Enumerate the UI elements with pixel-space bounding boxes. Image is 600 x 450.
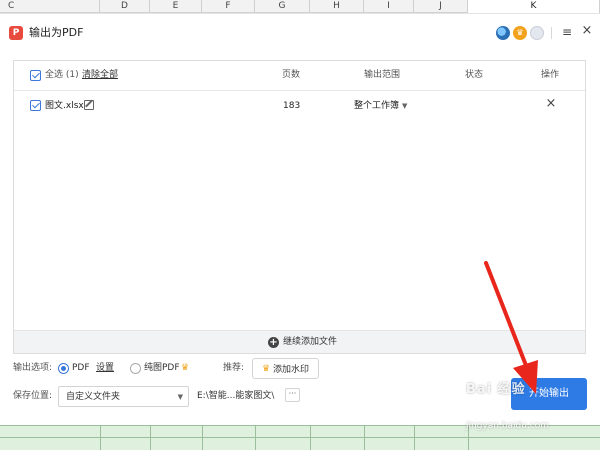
chevron-down-icon: ▼: [177, 393, 183, 401]
crown-icon[interactable]: ♛: [513, 26, 527, 40]
column-header-e[interactable]: E: [150, 0, 202, 13]
settings-icon[interactable]: [530, 26, 544, 40]
column-header-d[interactable]: D: [100, 0, 150, 13]
grid-line: [150, 425, 151, 450]
column-pages: 页数: [282, 70, 301, 80]
output-options-label: 输出选项:: [13, 363, 53, 373]
grid-line: [0, 437, 600, 438]
add-more-files-content: + 继续添加文件: [268, 336, 337, 348]
dialog-titlebar: P 输出为PDF ♛ ≡ ×: [0, 14, 600, 52]
grid-line: [310, 425, 311, 450]
column-header-c[interactable]: C: [0, 0, 100, 13]
add-watermark-button[interactable]: ♛ 添加水印: [252, 358, 319, 379]
column-header-g[interactable]: G: [255, 0, 310, 13]
grid-line: [364, 425, 365, 450]
file-row: 图文.xlsx 183 整个工作簿 ▼ ×: [14, 91, 585, 121]
pdf-option-label[interactable]: PDF: [72, 362, 90, 374]
add-more-files-button[interactable]: + 继续添加文件: [14, 330, 585, 353]
premium-crown-icon: ♛: [181, 363, 190, 373]
pdf-radio[interactable]: [58, 363, 69, 374]
pdf-app-icon: P: [9, 26, 23, 40]
file-row-checkbox[interactable]: [30, 100, 41, 111]
dialog-title: 输出为PDF: [29, 26, 84, 39]
titlebar-divider: [551, 27, 552, 39]
remove-file-icon[interactable]: ×: [544, 97, 558, 111]
file-page-count: 183: [283, 101, 301, 111]
save-path-text: E:\智能...能家图文\: [197, 391, 275, 401]
rename-edit-icon[interactable]: [84, 100, 94, 110]
column-header-i[interactable]: I: [364, 0, 414, 13]
output-range-select[interactable]: 整个工作簿 ▼: [354, 100, 407, 112]
select-all-checkbox[interactable]: [30, 70, 41, 81]
column-header-j[interactable]: J: [414, 0, 468, 13]
save-folder-value: 自定义文件夹: [66, 392, 121, 402]
user-avatar-icon[interactable]: [496, 26, 510, 40]
save-folder-select[interactable]: 自定义文件夹 ▼: [58, 386, 189, 407]
save-location-label: 保存位置:: [13, 391, 53, 401]
baidu-watermark-url: jingyan.baidu.com: [466, 421, 550, 431]
select-all-label[interactable]: 全选 (1): [45, 69, 79, 81]
close-icon[interactable]: ×: [580, 24, 594, 38]
sheet-column-header: C D E F G H I J K: [0, 0, 600, 13]
output-range-value: 整个工作簿: [354, 101, 400, 111]
column-status: 状态: [465, 70, 484, 80]
pdf-settings-link[interactable]: 设置: [96, 362, 114, 374]
add-more-files-label: 继续添加文件: [283, 337, 338, 347]
column-action: 操作: [541, 70, 560, 80]
clear-all-link[interactable]: 清除全部: [82, 69, 118, 81]
file-name: 图文.xlsx: [45, 101, 84, 111]
baidu-watermark: Bai 经验: [466, 382, 526, 397]
recommend-label: 推荐:: [223, 363, 245, 373]
browse-folder-button[interactable]: ···: [285, 388, 300, 402]
menu-icon[interactable]: ≡: [560, 25, 574, 39]
image-pdf-radio[interactable]: [130, 363, 141, 374]
file-list-header: 全选 (1) 清除全部 页数 输出范围 状态 操作: [14, 61, 585, 91]
plus-circle-icon: +: [268, 336, 279, 348]
grid-line: [255, 425, 256, 450]
chevron-down-icon: ▼: [402, 102, 408, 110]
column-output-range: 输出范围: [364, 70, 401, 80]
column-header-f[interactable]: F: [202, 0, 255, 13]
file-list-panel: 全选 (1) 清除全部 页数 输出范围 状态 操作 图文.xlsx 183 整个…: [13, 60, 586, 354]
column-header-h[interactable]: H: [310, 0, 364, 13]
grid-line: [414, 425, 415, 450]
image-pdf-option-label[interactable]: 纯图PDF: [144, 362, 180, 374]
watermark-crown-icon: ♛: [261, 363, 271, 374]
add-watermark-label: 添加水印: [273, 365, 310, 375]
grid-line: [202, 425, 203, 450]
column-header-k[interactable]: K: [468, 0, 600, 13]
grid-line: [100, 425, 101, 450]
